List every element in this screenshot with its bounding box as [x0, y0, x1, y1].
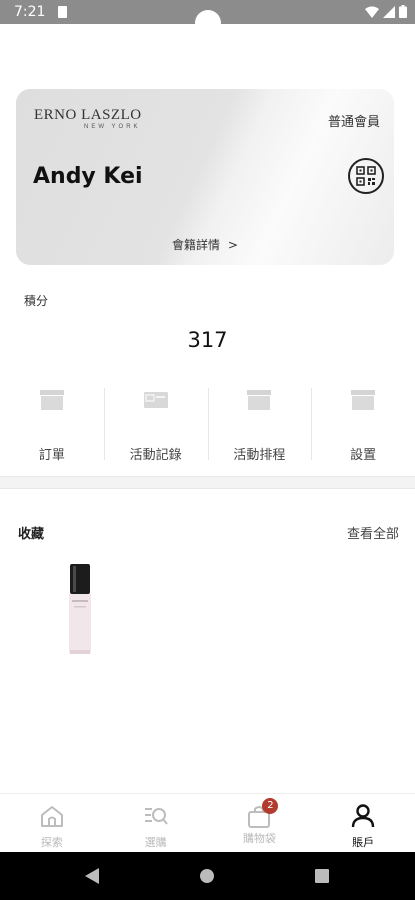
nav-shopping-bag[interactable]: 2 購物袋: [208, 794, 312, 851]
shortcut-label: 活動排程: [233, 448, 286, 463]
back-triangle-icon: [85, 868, 99, 884]
recents-button[interactable]: [292, 852, 352, 900]
favourites-title: 收藏: [18, 527, 45, 542]
recents-square-icon: [315, 869, 329, 883]
shortcut-label: 活動記錄: [129, 448, 182, 463]
sd-card-icon: [58, 6, 67, 18]
shortcut-activity-schedule[interactable]: 活動排程: [207, 384, 312, 464]
account-icon: [351, 804, 375, 828]
box-icon: [351, 390, 376, 410]
shortcut-activity-records[interactable]: 活動記錄: [103, 384, 208, 464]
battery-icon: [399, 5, 407, 18]
shortcut-label: 設置: [350, 448, 377, 463]
nav-label: 選購: [144, 836, 167, 849]
membership-details-label: 會籍詳情: [172, 238, 221, 252]
nav-shop[interactable]: 選購: [104, 794, 208, 851]
qr-code-icon: [356, 166, 376, 186]
search-menu-icon: [144, 808, 168, 825]
member-card[interactable]: ERNO LASZLO NEW YORK 普通會員 Andy Kei 會籍詳情 …: [16, 89, 394, 265]
nav-explore[interactable]: 探索: [0, 794, 104, 851]
shortcut-label: 訂單: [38, 448, 65, 463]
shortcut-orders[interactable]: 訂單: [0, 384, 104, 464]
membership-details-link[interactable]: 會籍詳情 >: [16, 236, 394, 253]
shortcut-settings[interactable]: 設置: [311, 384, 415, 464]
qr-code-button[interactable]: [348, 158, 384, 194]
bottom-navigation: 探索 選購 2 購物袋 賬戶: [0, 793, 415, 851]
camera-notch: [195, 10, 221, 36]
card-icon: [143, 392, 168, 408]
nav-label: 探索: [40, 836, 63, 849]
home-icon: [40, 806, 63, 827]
status-icons: [365, 5, 407, 18]
account-shortcuts: 訂單 活動記錄 活動排程 設置: [0, 384, 415, 464]
points-label: 積分: [24, 294, 49, 308]
back-button[interactable]: [62, 852, 122, 900]
wifi-icon: [365, 6, 379, 18]
favourite-product-image[interactable]: [68, 564, 92, 656]
member-name: Andy Kei: [33, 164, 143, 189]
nav-account[interactable]: 賬戶: [311, 794, 415, 851]
section-separator: [0, 477, 415, 489]
brand-logo: ERNO LASZLO NEW YORK: [34, 107, 142, 130]
shopping-bag-icon-wrapper: 2: [246, 798, 279, 829]
signal-icon: [383, 5, 395, 18]
bag-count-badge: 2: [262, 798, 279, 814]
box-icon: [39, 390, 64, 410]
brand-name: ERNO LASZLO: [34, 107, 142, 123]
home-circle-icon: [200, 869, 214, 883]
status-time: 7:21: [14, 4, 46, 20]
member-level: 普通會員: [327, 115, 380, 130]
nav-label: 賬戶: [352, 836, 375, 849]
chevron-right-icon: >: [227, 238, 238, 252]
brand-subtitle: NEW YORK: [84, 124, 141, 130]
nav-label: 購物袋: [242, 832, 276, 845]
home-button[interactable]: [177, 852, 237, 900]
view-all-link[interactable]: 查看全部: [347, 523, 399, 542]
system-navigation-bar: [0, 852, 415, 900]
box-icon: [247, 390, 272, 410]
points-value: 317: [187, 328, 228, 352]
